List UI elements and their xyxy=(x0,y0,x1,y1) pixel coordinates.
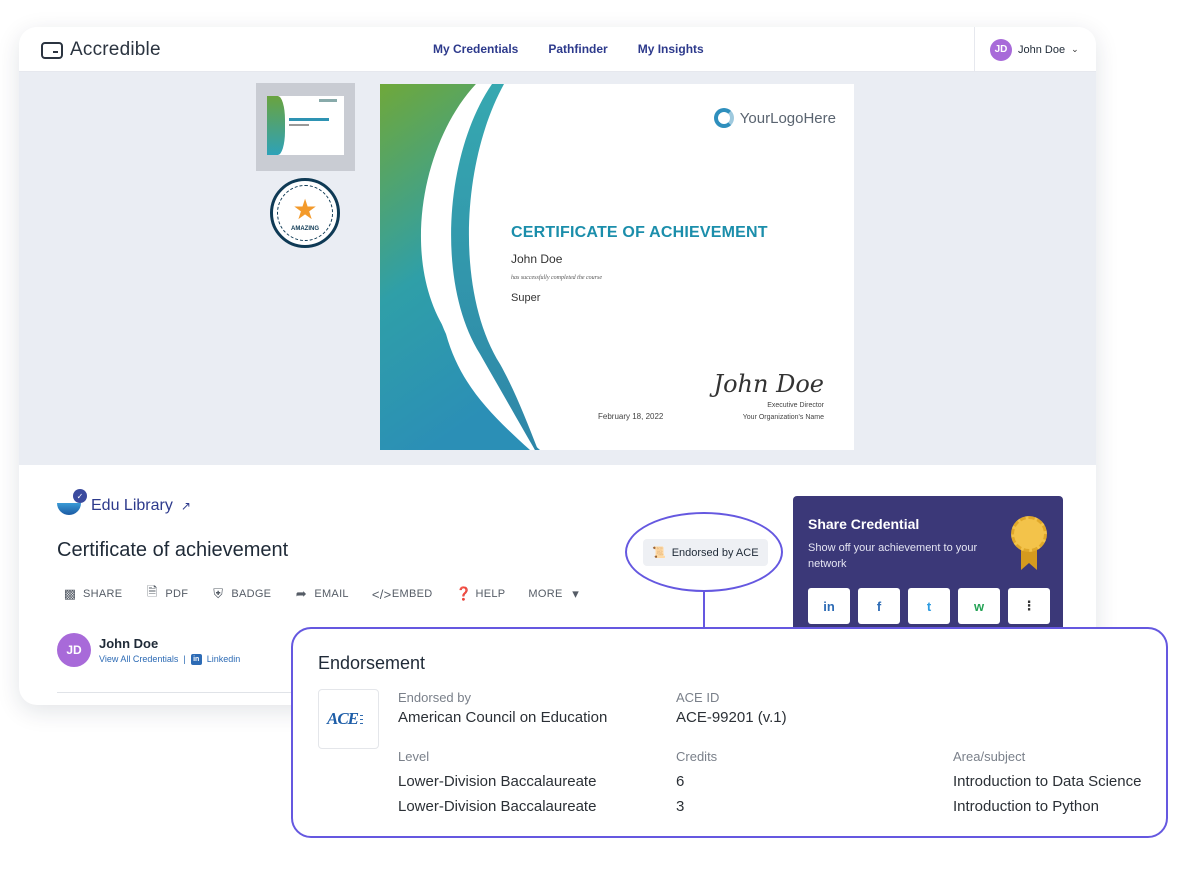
chevron-down-icon: ⌄ xyxy=(1071,44,1079,54)
link-separator: | xyxy=(183,654,186,664)
recipient-name: John Doe xyxy=(99,635,159,651)
action-label: MORE xyxy=(528,588,563,600)
certificate-date: February 18, 2022 xyxy=(598,412,664,421)
share-buttons: in f t w ⋮ xyxy=(808,588,1050,624)
area-subject-label: Area/subject xyxy=(953,749,1026,764)
level-value: Lower-Division Baccalaureate xyxy=(398,798,597,815)
medal-icon xyxy=(1011,516,1047,572)
certificate-doc-icon: 📜 xyxy=(652,547,666,559)
share-action[interactable]: ▩ SHARE xyxy=(63,586,122,602)
endorsed-by-label: Endorsed by xyxy=(398,690,471,705)
nav-my-credentials[interactable]: My Credentials xyxy=(433,42,518,56)
ace-logo: ACE ▬ ▬ ▬ xyxy=(318,689,379,749)
pdf-action[interactable]: 🗎 PDF xyxy=(145,583,188,605)
linkedin-icon: ▩ xyxy=(63,586,77,601)
share-subtitle: Show off your achievement to your networ… xyxy=(808,542,978,570)
thumbnail-image xyxy=(267,96,344,155)
credits-value: 3 xyxy=(676,798,685,815)
user-avatar: JD xyxy=(990,38,1012,61)
shield-icon: ⛨ xyxy=(213,586,224,601)
nav-pathfinder[interactable]: Pathfinder xyxy=(548,42,607,56)
ace-logo-smallprint: ▬ ▬ ▬ xyxy=(360,713,364,725)
issuer: ✓ Edu Library ↗ xyxy=(57,489,191,519)
help-action[interactable]: ❓ HELP xyxy=(455,586,505,602)
badge-action[interactable]: ⛨ BADGE xyxy=(211,586,271,602)
connector-line xyxy=(703,592,705,627)
accredible-logo[interactable]: Accredible xyxy=(41,39,161,61)
endorsement-title: Endorsement xyxy=(318,653,426,673)
certificate-course: Super xyxy=(511,292,541,304)
cert-logo-text: YourLogoHere xyxy=(739,109,836,127)
action-label: BADGE xyxy=(231,588,272,600)
embed-action[interactable]: </> EMBED xyxy=(372,587,433,602)
certificate-recipient: John Doe xyxy=(511,252,563,266)
divider xyxy=(57,692,292,693)
ace-id-value: ACE-99201 (v.1) xyxy=(676,709,787,726)
linkedin-icon: in xyxy=(190,653,202,665)
user-menu[interactable]: JD John Doe ⌄ xyxy=(974,27,1096,72)
share-linkedin-button[interactable]: in xyxy=(808,588,850,624)
recipient-links: View All Credentials | in Linkedin xyxy=(99,653,241,665)
endorsement-panel: Endorsement ACE ▬ ▬ ▬ Endorsed by American… xyxy=(291,627,1168,838)
level-label: Level xyxy=(398,749,430,764)
user-name: John Doe xyxy=(1018,43,1066,56)
share-twitter-button[interactable]: t xyxy=(908,588,950,624)
signer-role: Executive Director xyxy=(767,402,824,409)
certificate-thumbnail[interactable] xyxy=(256,83,355,171)
external-link-icon[interactable]: ↗ xyxy=(181,499,191,513)
signature: John Doe xyxy=(713,370,824,398)
code-icon: </> xyxy=(371,586,392,602)
ace-logo-text: ACE xyxy=(326,709,359,728)
issuer-name-link[interactable]: Edu Library xyxy=(91,497,173,515)
recipient-avatar: JD xyxy=(57,633,91,667)
credits-label: Credits xyxy=(676,749,718,764)
main-nav: My Credentials Pathfinder My Insights xyxy=(433,42,704,56)
pdf-icon: 🗎 xyxy=(147,584,158,599)
badge-thumbnail[interactable]: ★ AMAZING xyxy=(270,178,340,248)
your-logo: YourLogoHere xyxy=(713,108,836,128)
certificate-image: YourLogoHere CERTIFICATE OF ACHIEVEMENT … xyxy=(380,84,854,450)
action-bar: ▩ SHARE 🗎 PDF ⛨ BADGE ➦ EMAIL </> EMBED ❓ HELP… xyxy=(63,583,583,605)
logo-text: Accredible xyxy=(70,39,161,60)
logo-swirl-icon xyxy=(713,108,734,128)
action-label: PDF xyxy=(165,588,189,600)
action-label: SHARE xyxy=(83,588,123,600)
app-window: Accredible My Credentials Pathfinder My … xyxy=(19,27,1096,705)
endorsed-chip-label: Endorsed by ACE xyxy=(671,546,759,559)
wallet-icon xyxy=(41,41,63,59)
endorsed-by-ace-chip[interactable]: 📜 Endorsed by ACE xyxy=(643,539,768,566)
action-label: EMBED xyxy=(391,588,433,600)
action-label: HELP xyxy=(475,588,506,600)
issuer-logo-icon: ✓ xyxy=(57,489,87,519)
share-facebook-button[interactable]: f xyxy=(858,588,900,624)
credential-preview-area: ★ AMAZING YourLogoHere CERTIFICATE OF AC… xyxy=(19,72,1096,465)
share-whatsapp-button[interactable]: w xyxy=(958,588,1000,624)
action-label: EMAIL xyxy=(314,588,349,600)
share-more-button[interactable]: ⋮ xyxy=(1008,588,1050,624)
forward-arrow-icon: ➦ xyxy=(295,586,307,601)
caret-down-icon: ▾ xyxy=(572,586,580,601)
view-all-credentials-link[interactable]: View All Credentials xyxy=(99,654,178,664)
recipient-info: JD John Doe View All Credentials | in Li… xyxy=(57,633,240,667)
top-navigation-bar: Accredible My Credentials Pathfinder My … xyxy=(19,27,1096,72)
credential-title: Certificate of achievement xyxy=(57,539,289,561)
more-dropdown[interactable]: MORE ▾ xyxy=(528,586,582,602)
area-subject-value: Introduction to Python xyxy=(953,798,1099,815)
endorsed-by-value: American Council on Education xyxy=(398,709,608,726)
linkedin-link[interactable]: Linkedin xyxy=(207,654,241,664)
certificate-heading: CERTIFICATE OF ACHIEVEMENT xyxy=(511,224,768,241)
organization-name: Your Organization's Name xyxy=(742,414,824,421)
verified-icon: ✓ xyxy=(73,489,87,503)
credits-value: 6 xyxy=(676,773,685,790)
nav-my-insights[interactable]: My Insights xyxy=(638,42,704,56)
level-value: Lower-Division Baccalaureate xyxy=(398,773,597,790)
certificate-completed-text: has successfully completed the course xyxy=(511,275,602,281)
email-action[interactable]: ➦ EMAIL xyxy=(294,586,349,602)
help-icon: ❓ xyxy=(455,586,472,601)
ace-id-label: ACE ID xyxy=(676,690,720,705)
area-subject-value: Introduction to Data Science xyxy=(953,773,1142,790)
